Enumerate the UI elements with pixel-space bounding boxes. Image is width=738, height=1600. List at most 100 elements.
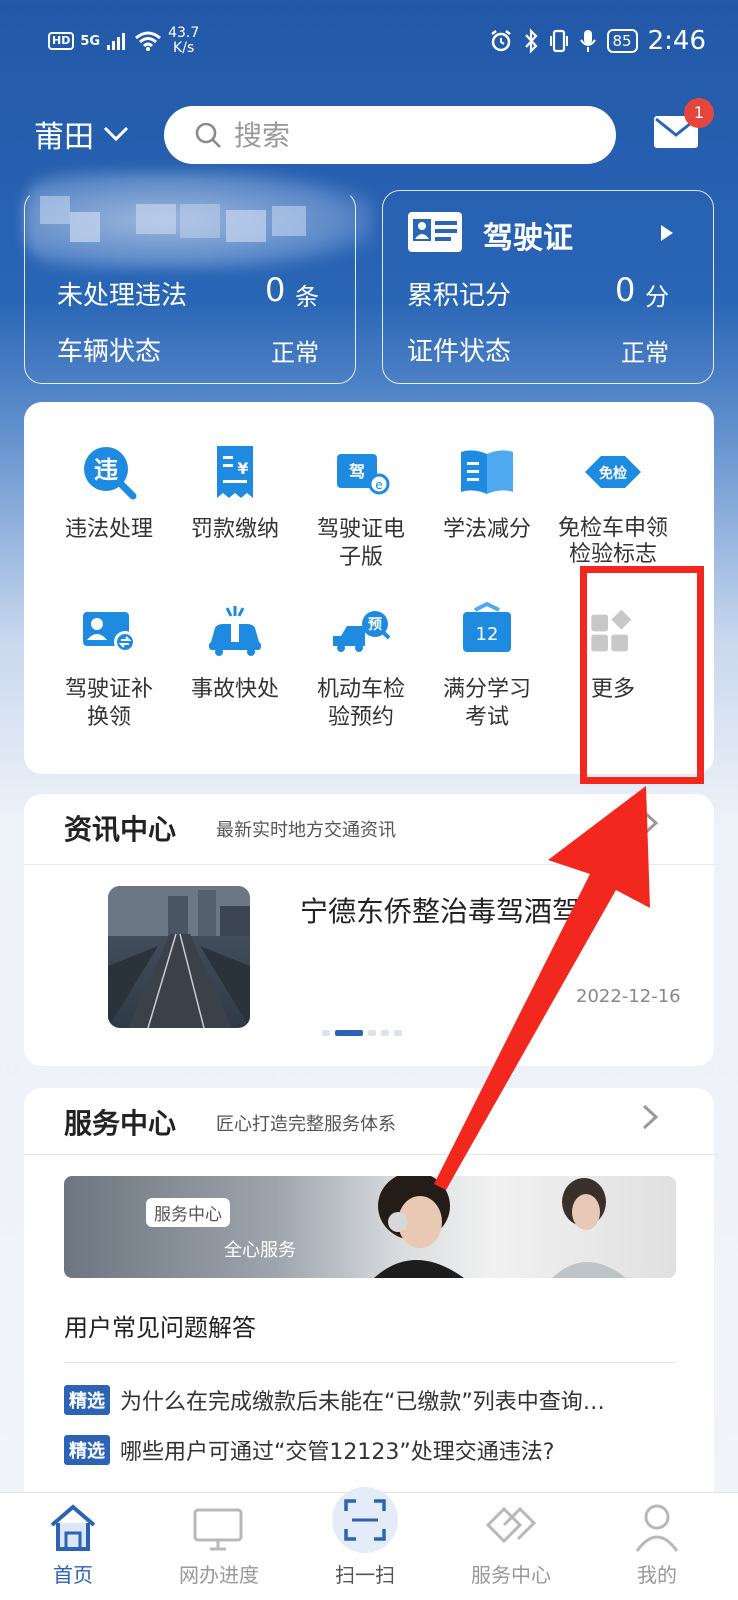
- bottom-nav: 首页 网办进度 扫一扫 服务中心 我的: [0, 1487, 738, 1600]
- scan-icon: [344, 1499, 386, 1541]
- user-icon: [635, 1504, 679, 1552]
- service-fine-payment[interactable]: ¥ 罚款缴纳: [170, 442, 300, 544]
- triangle-right-icon: [661, 225, 673, 241]
- id-card-icon: [408, 212, 462, 252]
- violations-count: 0: [265, 271, 286, 309]
- arrow-pointer: [434, 786, 650, 1190]
- network-speed: 43.7 K/s: [168, 26, 199, 56]
- accident-icon: [209, 606, 261, 656]
- faq-item[interactable]: 精选 为什么在完成缴款后未能在“已缴款”列表中查询…: [64, 1384, 605, 1416]
- search-bar[interactable]: [164, 106, 616, 164]
- service-label: 驾驶证补换领: [64, 677, 153, 730]
- carousel-dot-active[interactable]: [335, 1030, 363, 1036]
- banner-tag: 服务中心: [146, 1198, 230, 1227]
- carousel-dot[interactable]: [322, 1030, 330, 1036]
- svg-text:预: 预: [368, 617, 382, 633]
- faq-title: 用户常见问题解答: [64, 1314, 256, 1342]
- vehicle-status-label: 车辆状态: [57, 337, 162, 367]
- service-banner[interactable]: 服务中心 全心服务: [64, 1176, 676, 1278]
- vehicle-card[interactable]: 未处理违法 0 条 车辆状态 正常: [24, 190, 356, 384]
- service-label: 机动车检验预约: [316, 677, 405, 730]
- faq-tag: 精选: [64, 1385, 110, 1415]
- service-label: 事故快处: [190, 677, 279, 702]
- carousel-dot[interactable]: [381, 1030, 389, 1036]
- nav-label: 扫一扫: [335, 1563, 395, 1587]
- service-accident[interactable]: 事故快处: [170, 602, 300, 704]
- banner-slogan: 全心服务: [224, 1240, 296, 1261]
- carousel-dot[interactable]: [394, 1030, 402, 1036]
- violations-unit: 条: [295, 283, 319, 311]
- signal-icon: [107, 33, 126, 50]
- nav-profile[interactable]: 我的: [584, 1493, 730, 1600]
- service-label: 满分学习考试: [442, 677, 531, 730]
- license-renewal-icon: [83, 612, 136, 653]
- svg-text:e: e: [375, 478, 382, 492]
- svg-text:免检: 免检: [599, 465, 627, 482]
- service-center-subtitle: 匠心打造完整服务体系: [216, 1114, 396, 1135]
- license-title: 驾驶证: [483, 221, 573, 256]
- svg-text:违: 违: [94, 456, 118, 484]
- service-full-score-exam[interactable]: 12 满分学习考试: [422, 601, 552, 732]
- points-label: 累积记分: [407, 281, 512, 311]
- signal-indicator: 5G: [80, 33, 101, 49]
- service-label: 罚款缴纳: [190, 517, 279, 542]
- status-bar: HD 5G 43.7 K/s 85 2:46: [0, 0, 738, 86]
- violations-label: 未处理违法: [57, 281, 188, 311]
- road-image: [108, 886, 250, 1028]
- e-license-icon: 驾e: [337, 454, 390, 495]
- service-study-points[interactable]: 学法减分: [422, 442, 552, 544]
- nav-scan[interactable]: 扫一扫: [292, 1487, 438, 1600]
- license-card[interactable]: 驾驶证 累积记分 0 分 证件状态 正常: [382, 190, 714, 384]
- points-unit: 分: [645, 283, 669, 311]
- vibrate-icon: [549, 29, 568, 53]
- mic-icon: [579, 30, 596, 52]
- faq-item[interactable]: 精选 哪些用户可通过“交管12123”处理交通违法?: [64, 1434, 554, 1466]
- service-label: 免检车申领检验标志: [557, 516, 668, 567]
- status-right: 85 2:46: [489, 26, 706, 56]
- nav-label: 首页: [53, 1563, 93, 1587]
- chevron-down-icon: [103, 126, 129, 142]
- monitor-icon: [193, 1508, 243, 1551]
- calendar-icon: 12: [463, 601, 511, 652]
- search-input[interactable]: [234, 118, 574, 152]
- book-icon: [461, 450, 513, 494]
- vehicle-status-value: 正常: [271, 339, 319, 367]
- nav-home[interactable]: 首页: [0, 1493, 146, 1600]
- faq-tag: 精选: [64, 1435, 110, 1465]
- news-title: 资讯中心: [64, 813, 177, 846]
- service-label: 学法减分: [442, 517, 531, 542]
- service-license-renewal[interactable]: 驾驶证补换领: [44, 602, 174, 732]
- receipt-icon: ¥: [217, 446, 253, 498]
- home-icon: [50, 1504, 96, 1551]
- service-e-license[interactable]: 驾e 驾驶证电子版: [296, 442, 426, 572]
- exempt-inspection-icon: 免检: [585, 456, 641, 488]
- handshake-icon: [485, 1506, 537, 1544]
- nav-service-center[interactable]: 服务中心: [438, 1493, 584, 1600]
- alarm-icon: [490, 30, 511, 52]
- city-name: 莆田: [34, 120, 94, 155]
- highlight-box: [580, 566, 704, 784]
- faq-divider: [64, 1362, 676, 1363]
- service-violation[interactable]: 违 违法处理: [44, 442, 174, 544]
- license-status-value: 正常: [621, 339, 669, 367]
- nav-label: 我的: [637, 1563, 677, 1587]
- city-selector[interactable]: 莆田: [34, 112, 130, 156]
- hd-indicator: HD: [48, 32, 75, 50]
- service-exempt-inspection[interactable]: 免检 免检车申领检验标志: [538, 442, 688, 568]
- nav-progress[interactable]: 网办进度: [146, 1493, 292, 1600]
- service-label: 违法处理: [64, 517, 153, 542]
- news-thumbnail[interactable]: [108, 886, 250, 1028]
- status-left: HD 5G 43.7 K/s: [48, 26, 199, 56]
- bluetooth-icon: [524, 28, 538, 54]
- status-time: 2:46: [647, 26, 706, 56]
- service-inspection-booking[interactable]: 预 机动车检验预约: [296, 602, 426, 732]
- battery-indicator: 85: [606, 29, 638, 53]
- inspection-booking-icon: 预: [333, 611, 391, 652]
- license-status-label: 证件状态: [407, 337, 512, 367]
- faq-text: 为什么在完成缴款后未能在“已缴款”列表中查询…: [120, 1390, 605, 1415]
- mail-badge: 1: [684, 98, 714, 128]
- carousel-dot[interactable]: [368, 1030, 376, 1036]
- svg-text:驾: 驾: [348, 462, 365, 481]
- speed-value: 43.7: [168, 25, 200, 41]
- banner-figure: [374, 1176, 626, 1278]
